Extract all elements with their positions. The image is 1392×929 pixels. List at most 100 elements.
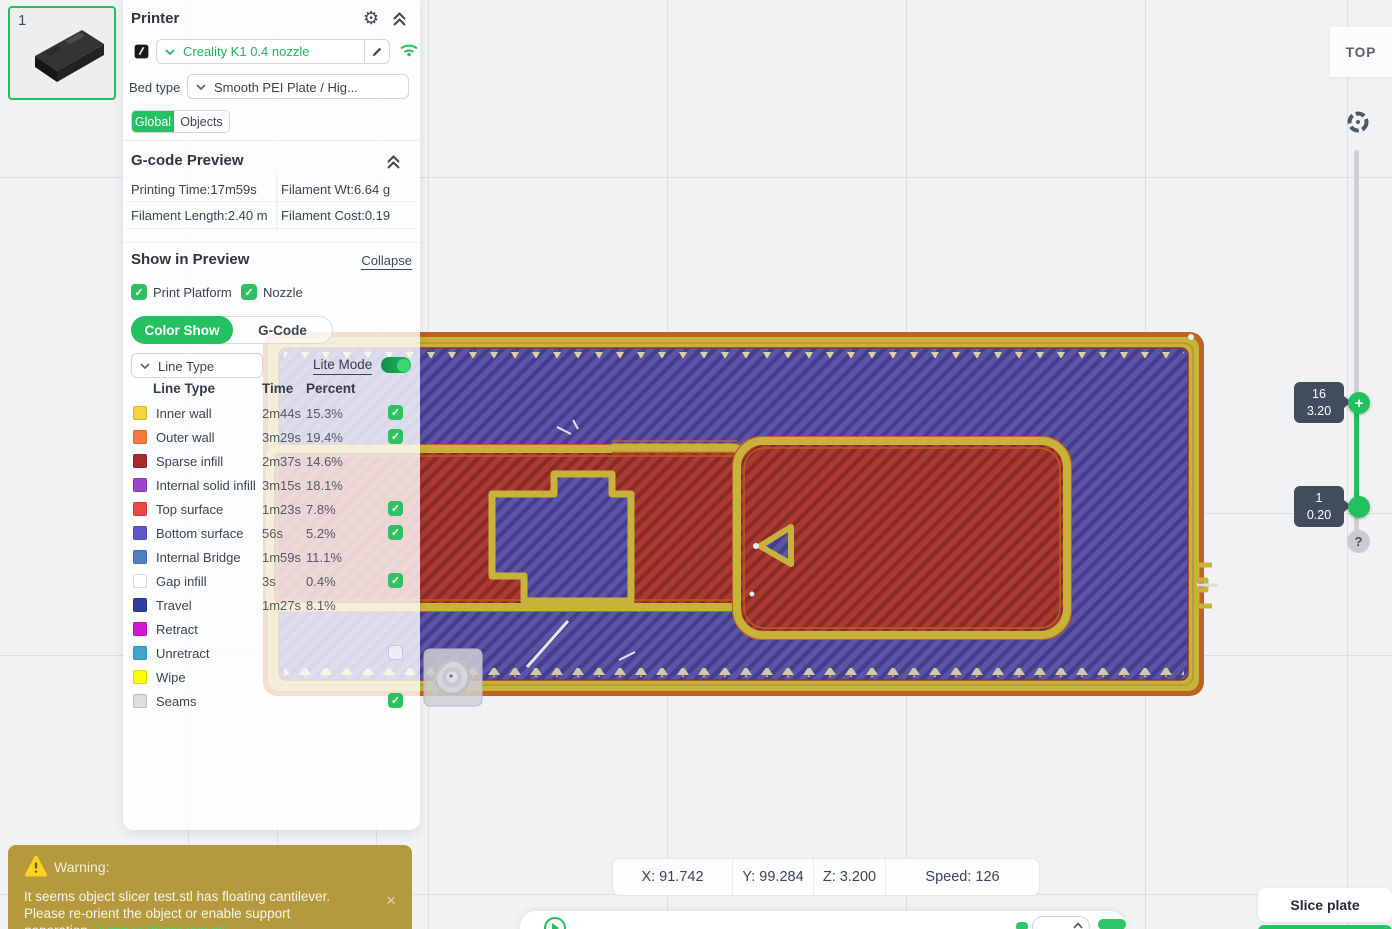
tab-global[interactable]: Global: [132, 111, 174, 132]
line-type-visibility-checkbox[interactable]: [388, 525, 403, 540]
wipe-tower: [424, 649, 482, 706]
printer-settings-gear-icon[interactable]: ⚙: [363, 8, 379, 29]
tab-gcode[interactable]: G-Code: [233, 317, 332, 343]
warning-message-line2: Please re-orient the object or enable su…: [24, 906, 290, 921]
line-type-label: Inner wall: [156, 406, 212, 421]
close-icon[interactable]: ×: [386, 891, 396, 911]
chevron-up-icon[interactable]: [1073, 922, 1083, 929]
legend-row: Unretract: [123, 642, 420, 666]
line-type-select-value: Line Type: [158, 359, 214, 374]
line-type-time: 2m37s: [262, 454, 301, 469]
collapse-link[interactable]: Collapse: [361, 253, 412, 270]
line-type-label: Retract: [156, 622, 198, 637]
tab-color-show[interactable]: Color Show: [131, 316, 233, 344]
jump-to-object-link[interactable]: Jump to [slicer test.stl]: [95, 923, 229, 929]
filament-mini-icon: [1098, 919, 1126, 929]
wifi-connected-icon: [399, 42, 419, 57]
legend-row: Seams: [123, 690, 420, 714]
printer-select-value: Creality K1 0.4 nozzle: [183, 44, 309, 59]
print-platform-label: Print Platform: [153, 285, 232, 300]
line-type-percent: 19.4%: [306, 430, 343, 445]
plate-thumbnail[interactable]: 1: [8, 6, 116, 100]
slice-plate-button[interactable]: Slice plate: [1258, 888, 1392, 922]
line-type-label: Gap infill: [156, 574, 207, 589]
play-button[interactable]: [544, 917, 566, 929]
plate-thumbnail-model: [10, 8, 114, 98]
legend-row: Travel 1m27s 8.1%: [123, 594, 420, 618]
line-type-visibility-checkbox[interactable]: [388, 693, 403, 708]
line-type-time: 1m23s: [262, 502, 301, 517]
legend-row: Wipe: [123, 666, 420, 690]
legend-header-time: Time: [262, 381, 293, 396]
stat-filament-cost: Filament Cost:0.19: [281, 208, 390, 223]
line-type-visibility-checkbox[interactable]: [388, 501, 403, 516]
legend-rows: Inner wall 2m44s 15.3% Outer wall 3m29s …: [123, 402, 420, 714]
toggle-knob: [397, 359, 410, 372]
warning-message-line3: generation. Jump to [slicer test.stl]: [24, 923, 229, 929]
layer-slider-lower-handle[interactable]: [1348, 496, 1370, 518]
bed-type-select[interactable]: Smooth PEI Plate / Hig...: [187, 74, 409, 99]
line-type-visibility-checkbox[interactable]: [388, 405, 403, 420]
lite-mode-toggle[interactable]: [381, 357, 411, 373]
collapse-section-icon[interactable]: [393, 12, 406, 27]
chevron-down-icon: [196, 84, 206, 90]
tab-objects[interactable]: Objects: [174, 111, 229, 132]
line-type-percent: 11.1%: [306, 550, 342, 565]
line-type-swatch: [133, 454, 147, 468]
warning-toast: Warning: It seems object slicer test.stl…: [8, 845, 412, 929]
legend-row: Internal Bridge 1m59s 11.1%: [123, 546, 420, 570]
upper-layer-height: 3.20: [1307, 403, 1331, 419]
stat-filament-length: Filament Length:2.40 m: [131, 208, 268, 223]
line-type-swatch: [133, 670, 147, 684]
line-type-percent: 5.2%: [306, 526, 336, 541]
legend-header-percent: Percent: [306, 381, 356, 396]
speed-stepper[interactable]: [1032, 916, 1090, 929]
preview-mode-tabs: Color Show G-Code: [131, 316, 333, 344]
nozzle-checkbox[interactable]: [241, 284, 257, 300]
help-button[interactable]: ?: [1347, 530, 1370, 553]
edit-printer-button[interactable]: [364, 40, 389, 63]
layer-slider-lower-tooltip: 1 0.20: [1294, 486, 1344, 527]
line-type-swatch: [133, 526, 147, 540]
line-type-time: 1m59s: [262, 550, 301, 565]
show-in-preview-title: Show in Preview: [131, 251, 249, 268]
scope-tabs: Global Objects: [131, 110, 230, 133]
stats-divider: [127, 201, 417, 202]
layer-slider-range: [1354, 403, 1359, 508]
divider: [123, 242, 420, 243]
printer-section-title: Printer: [131, 10, 179, 27]
line-type-label: Internal solid infill: [156, 478, 256, 493]
bed-type-label: Bed type: [129, 80, 180, 95]
legend-row: Outer wall 3m29s 19.4%: [123, 426, 420, 450]
printer-select[interactable]: Creality K1 0.4 nozzle: [156, 39, 390, 64]
line-type-label: Unretract: [156, 646, 209, 661]
orbit-reset-icon[interactable]: [1346, 110, 1370, 134]
line-type-time: 56s: [262, 526, 283, 541]
line-type-swatch: [133, 646, 147, 660]
line-type-visibility-checkbox[interactable]: [388, 429, 403, 444]
line-type-percent: 18.1%: [306, 478, 343, 493]
warning-triangle-icon: [24, 855, 48, 877]
legend-row: Retract: [123, 618, 420, 642]
legend-row: Gap infill 3s 0.4%: [123, 570, 420, 594]
line-type-label: Sparse infill: [156, 454, 223, 469]
line-type-swatch: [133, 430, 147, 444]
print-platform-checkbox[interactable]: [131, 284, 147, 300]
line-type-percent: 8.1%: [306, 598, 336, 613]
line-type-select[interactable]: Line Type: [131, 353, 263, 378]
printer-device-icon: [133, 43, 150, 60]
lower-layer-height: 0.20: [1307, 507, 1331, 523]
line-type-percent: 15.3%: [306, 406, 343, 421]
line-type-time: 2m44s: [262, 406, 301, 421]
lite-mode-label: Lite Mode: [313, 357, 372, 375]
print-button-edge[interactable]: [1258, 925, 1392, 929]
line-type-visibility-checkbox[interactable]: [388, 645, 403, 660]
view-cube-top-face[interactable]: TOP: [1330, 27, 1392, 77]
line-type-time: 3m29s: [262, 430, 301, 445]
collapse-section-icon[interactable]: [387, 155, 400, 170]
line-type-percent: 0.4%: [306, 574, 336, 589]
line-type-visibility-checkbox[interactable]: [388, 573, 403, 588]
nozzle-label: Nozzle: [263, 285, 303, 300]
layer-slider-upper-handle[interactable]: +: [1348, 392, 1370, 414]
line-type-swatch: [133, 574, 147, 588]
